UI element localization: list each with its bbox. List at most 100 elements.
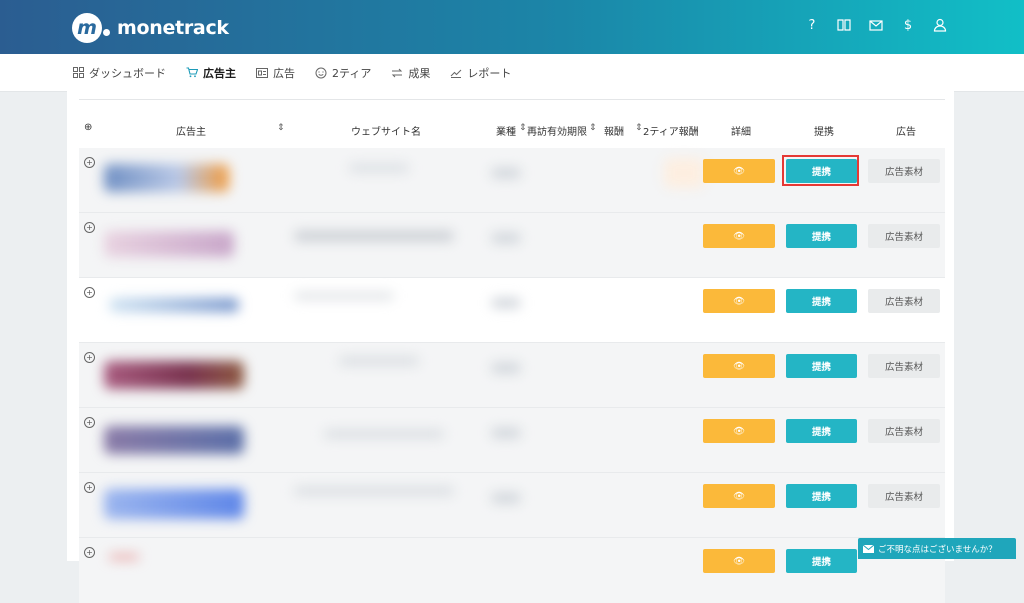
detail-button[interactable]: 👁 [703,289,775,313]
advertiser-logo-image [109,298,239,312]
eye-icon: 👁 [732,425,746,437]
mail-icon[interactable] [868,17,884,33]
sub-navigation: ダッシュボード 広告主 広告 2ティア 成果 レポート [0,54,1024,92]
book-icon[interactable] [836,17,852,33]
table-row: + 👁 提携 [79,538,945,603]
eye-icon: 👁 [732,555,746,567]
nav-label: 広告主 [203,66,236,80]
advertiser-logo-image [104,361,244,389]
nav-item-2tier[interactable]: 2ティア [315,65,371,81]
ad-material-button[interactable]: 広告素材 [868,159,940,183]
partner-button[interactable]: 提携 [786,289,857,313]
cart-icon [186,67,198,79]
expand-row-icon[interactable]: + [84,352,95,363]
table-row: + 👁 提携 広告素材 [79,278,945,343]
help-chat-button[interactable]: ご不明な点はございませんか？ [858,538,1016,559]
advertiser-logo-image [109,554,139,560]
nav-label: 2ティア [332,66,372,80]
eye-icon: 👁 [732,490,746,502]
partner-button[interactable]: 提携 [786,354,857,378]
industry-text [491,428,521,438]
expand-row-icon[interactable]: + [84,157,95,168]
brand-mark-icon: m [72,13,102,43]
sort-icon[interactable]: ⇕ [635,123,643,133]
nav-item-report[interactable]: レポート [450,65,511,81]
industry-text [491,168,521,178]
industry-text [491,298,521,308]
sort-icon[interactable]: ⇕ [277,123,285,133]
table-header: ⊕ 広告主 ⇕ ウェブサイト名 業種 ⇕ 再訪有効期限 ⇕ 報酬 ⇕ 2ティア報… [79,117,945,145]
trend-icon [450,67,462,79]
col-detail: 詳細 [731,127,751,138]
panel-divider [79,99,945,100]
col-partner: 提携 [814,127,834,138]
ad-material-button[interactable]: 広告素材 [868,289,940,313]
detail-button[interactable]: 👁 [703,159,775,183]
col-ad: 広告 [896,127,916,138]
expand-row-icon[interactable]: + [84,417,95,428]
expand-row-icon[interactable]: + [84,482,95,493]
sort-icon[interactable]: ⇕ [519,123,527,133]
partner-button[interactable]: 提携 [786,549,857,573]
website-name-text [294,487,454,495]
table-row: + 👁 提携 広告素材 [79,213,945,278]
advertiser-logo-image [104,489,244,519]
smile-icon [315,67,327,79]
brand-name: monetrack [117,17,229,39]
brand-logo[interactable]: m monetrack [72,13,229,43]
table-row: + 👁 提携 広告素材 [79,148,945,213]
col-reward[interactable]: 報酬 [604,123,624,138]
detail-button[interactable]: 👁 [703,354,775,378]
website-name-text [294,231,454,241]
col-website[interactable]: ウェブサイト名 [351,123,421,138]
industry-text [491,233,521,243]
eye-icon: 👁 [732,360,746,372]
nav-item-results[interactable]: 成果 [391,65,430,81]
nav-label: 広告 [273,66,295,80]
top-bar: m monetrack ? $ [0,0,1024,54]
partner-button[interactable]: 提携 [786,224,857,248]
nav-label: ダッシュボード [89,66,166,80]
detail-button[interactable]: 👁 [703,224,775,248]
expand-all-icon[interactable]: ⊕ [84,122,92,133]
sort-icon[interactable]: ⇕ [589,123,597,133]
eye-icon: 👁 [732,165,746,177]
industry-text [491,493,521,503]
nav-item-advertiser[interactable]: 広告主 [186,65,236,81]
help-label: ご不明な点はございませんか？ [878,544,997,555]
advertiser-logo-image [104,164,229,192]
nav-item-ads[interactable]: 広告 [256,65,295,81]
nav-list: ダッシュボード 広告主 広告 2ティア 成果 レポート [72,54,511,91]
website-name-text [339,357,419,365]
ad-material-button[interactable]: 広告素材 [868,224,940,248]
top-icon-group: ? $ [804,17,948,33]
website-name-text [349,164,409,172]
col-revisit[interactable]: 再訪有効期限 [527,123,587,138]
question-icon[interactable]: ? [804,17,820,33]
ad-material-button[interactable]: 広告素材 [868,484,940,508]
detail-button[interactable]: 👁 [703,549,775,573]
table-row: + 👁 提携 広告素材 [79,408,945,473]
nav-item-dashboard[interactable]: ダッシュボード [72,65,166,81]
grid-icon [72,67,84,79]
partner-button[interactable]: 提携 [786,484,857,508]
ad-material-button[interactable]: 広告素材 [868,419,940,443]
ad-material-button[interactable]: 広告素材 [868,354,940,378]
detail-button[interactable]: 👁 [703,419,775,443]
expand-row-icon[interactable]: + [84,287,95,298]
expand-row-icon[interactable]: + [84,547,95,558]
dollar-icon[interactable]: $ [900,17,916,33]
brand-dot [103,29,110,36]
col-tier2-reward[interactable]: 2ティア報酬 [643,123,699,138]
table-row: + 👁 提携 広告素材 [79,343,945,408]
exchange-icon [391,67,403,79]
partner-button[interactable]: 提携 [786,419,857,443]
nav-label: 成果 [408,66,431,80]
partner-button[interactable]: 提携 [786,159,857,183]
detail-button[interactable]: 👁 [703,484,775,508]
col-industry[interactable]: 業種 [496,123,516,138]
col-advertiser[interactable]: 広告主 [176,123,206,138]
expand-row-icon[interactable]: + [84,222,95,233]
user-icon[interactable] [932,17,948,33]
eye-icon: 👁 [732,230,746,242]
